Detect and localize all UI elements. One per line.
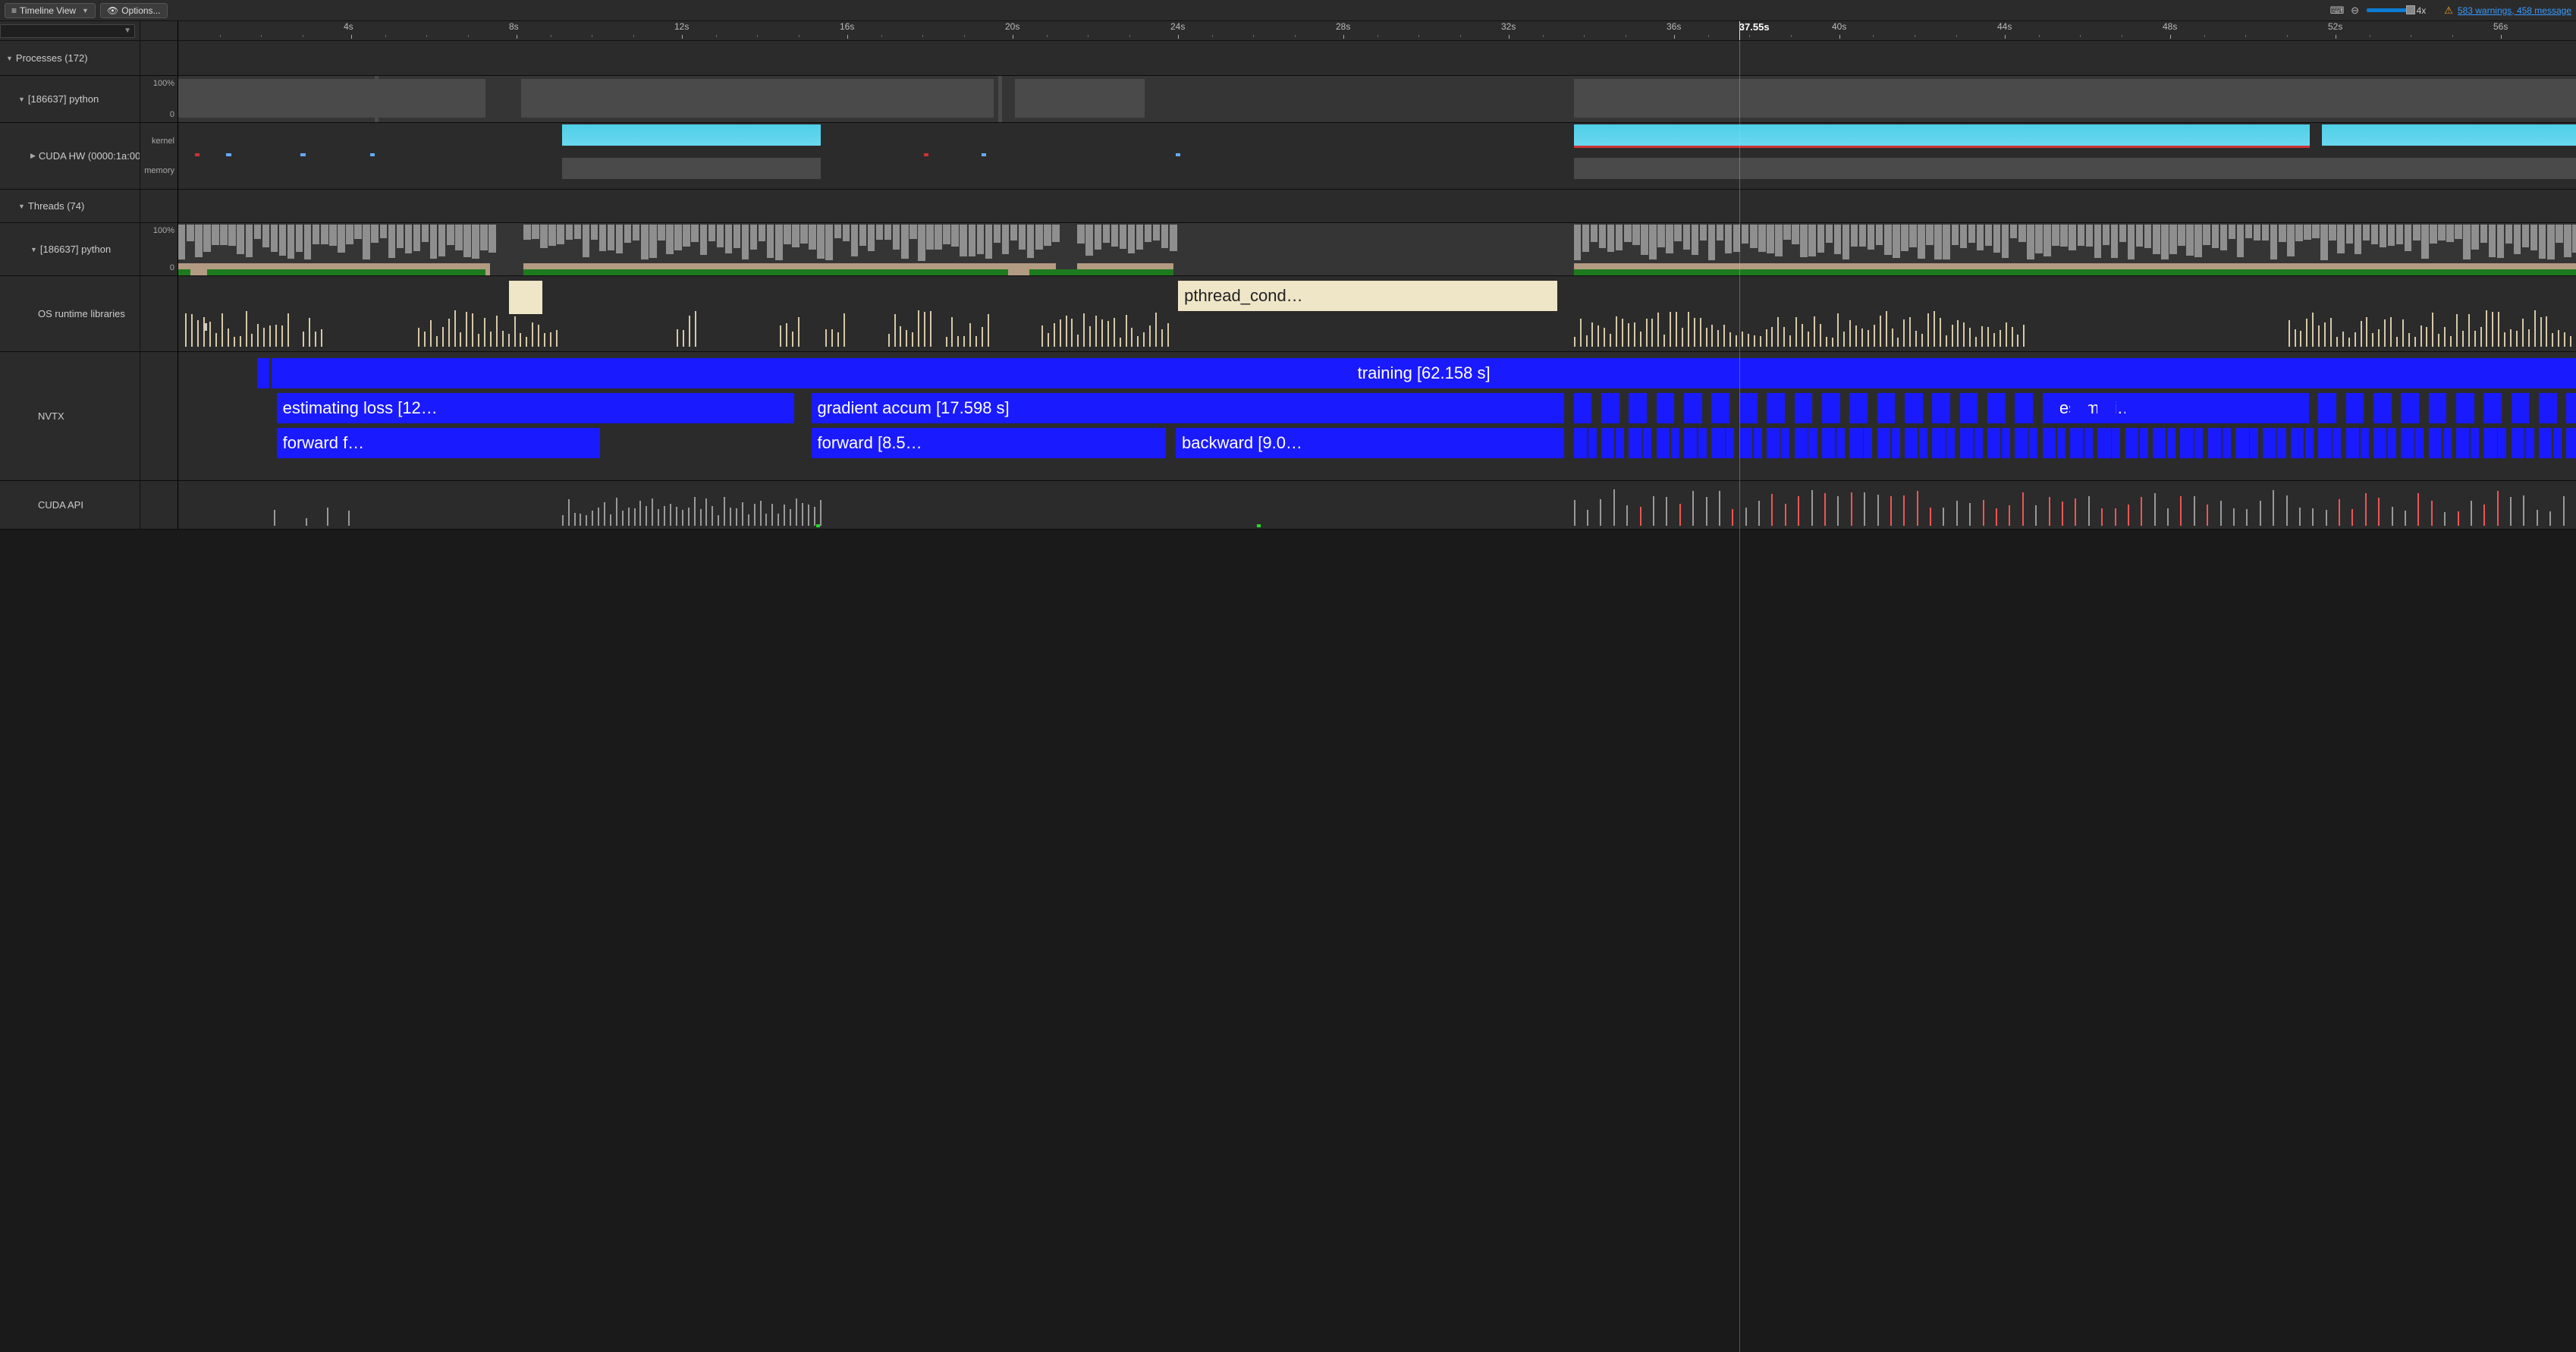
nvtx-range[interactable]: training [62.158 s]: [272, 358, 2576, 388]
ruler-tick: 40s: [1832, 21, 1846, 32]
time-ruler[interactable]: 4s 8s 12s 16s 20s 24s 28s 32s 36s 40s 44s 48s 52s 56s…: [178, 21, 2576, 40]
row-cuda-hw: ▶ CUDA HW (0000:1a:00.0 - NV kernel memo…: [0, 123, 2576, 190]
kernel-sublabel: kernel: [152, 137, 174, 146]
nvtx-range[interactable]: gradient accum [17.598 s]: [812, 393, 1565, 423]
ruler-tick: 52s: [2328, 21, 2342, 32]
ruler-tick: 48s: [2163, 21, 2177, 32]
ruler-tick: 16s: [840, 21, 854, 32]
timeline-body: ▼ Processes (172) ▼ [186637] python 100%…: [0, 41, 2576, 1352]
os-block-pthread-cond[interactable]: pthread_cond…: [1178, 281, 1557, 311]
track-os-runtime[interactable]: pthread_cond…: [178, 276, 2576, 351]
warning-icon: ⚠: [2444, 5, 2453, 17]
ruler-tick: 56s: [2493, 21, 2508, 32]
y-bot: 0: [170, 110, 174, 119]
ruler-tick: 36s: [1667, 21, 1681, 32]
view-label: Timeline View: [20, 5, 76, 16]
y-top: 100%: [153, 226, 174, 235]
chevron-down-icon: ▼: [82, 7, 89, 14]
track-proc-python[interactable]: [178, 76, 2576, 122]
nvtx-range[interactable]: backward [9.0…: [1176, 428, 1564, 458]
cuda-hw-label[interactable]: ▶ CUDA HW (0000:1a:00.0 - NV: [0, 123, 140, 189]
ruler-tick: 32s: [1501, 21, 1516, 32]
processes-label[interactable]: ▼ Processes (172): [0, 41, 140, 75]
row-os-runtime: OS runtime libraries pthread_cond…: [0, 276, 2576, 352]
ruler-tick: 20s: [1005, 21, 1019, 32]
ruler-tick: 44s: [1997, 21, 2012, 32]
threads-label[interactable]: ▼ Threads (74): [0, 190, 140, 222]
memory-sublabel: memory: [144, 166, 174, 175]
filter-dropdown[interactable]: ▼: [0, 24, 135, 38]
view-selector[interactable]: ≡ Timeline View ▼: [5, 3, 96, 18]
track-cuda-hw[interactable]: [178, 123, 2576, 189]
chevron-down-icon: ▼: [6, 55, 13, 62]
hamburger-icon: ≡: [11, 5, 17, 16]
nvtx-range[interactable]: estimati…: [2053, 393, 2293, 423]
cuda-api-label[interactable]: CUDA API: [0, 481, 140, 529]
chevron-down-icon: ▼: [18, 203, 25, 210]
row-nvtx: NVTX training [62.158 s] estimating loss …: [0, 352, 2576, 481]
chevron-down-icon: ▼: [18, 96, 25, 103]
zoom-out-icon[interactable]: ⊖: [2348, 5, 2362, 17]
ruler-tick: 12s: [674, 21, 689, 32]
row-thread-python: ▼ [186637] python 100% 0: [0, 223, 2576, 276]
zoom-slider[interactable]: [2367, 8, 2412, 12]
cursor-time-label: 37.55s: [1739, 21, 1770, 33]
y-bot: 0: [170, 263, 174, 272]
ruler-row: ▼ 4s 8s 12s 16s 20s 24s 28s 32s 36s 40s 44s 48s 52s 5…: [0, 21, 2576, 41]
ruler-tick: 4s: [344, 21, 353, 32]
keyboard-icon[interactable]: ⌨: [2330, 5, 2344, 17]
row-threads-header: ▼ Threads (74): [0, 190, 2576, 223]
row-cuda-api: CUDA API: [0, 481, 2576, 530]
nvtx-range[interactable]: forward f…: [277, 428, 593, 458]
chevron-down-icon: ▼: [30, 246, 37, 253]
proc-python-label[interactable]: ▼ [186637] python: [0, 76, 140, 122]
nvtx-label[interactable]: NVTX: [0, 352, 140, 480]
zoom-level: 4x: [2417, 5, 2427, 16]
ruler-tick: 28s: [1336, 21, 1350, 32]
chevron-right-icon: ▶: [30, 152, 36, 160]
nvtx-range[interactable]: forward [8.5…: [812, 428, 1167, 458]
warnings-link[interactable]: 583 warnings, 458 message: [2458, 5, 2571, 16]
options-button[interactable]: 👁 Options...: [100, 3, 168, 18]
toolbar: ≡ Timeline View ▼ 👁 Options... ⌨ ⊖ 4x ⚠ …: [0, 0, 2576, 21]
zoom-thumb[interactable]: [2406, 5, 2415, 14]
thread-python-label[interactable]: ▼ [186637] python: [0, 223, 140, 275]
eye-icon: 👁: [107, 5, 118, 16]
ruler-tick: 8s: [509, 21, 519, 32]
track-cuda-api[interactable]: [178, 481, 2576, 529]
os-runtime-label[interactable]: OS runtime libraries: [0, 276, 140, 351]
track-thread-python[interactable]: [178, 223, 2576, 275]
track-nvtx[interactable]: training [62.158 s] estimating loss [12… g…: [178, 352, 2576, 480]
y-top: 100%: [153, 79, 174, 88]
nvtx-range[interactable]: estimating loss [12…: [277, 393, 795, 423]
row-processes-header: ▼ Processes (172): [0, 41, 2576, 76]
filter-cell: ▼: [0, 21, 140, 40]
options-label: Options...: [121, 5, 160, 16]
ruler-tick: 24s: [1170, 21, 1185, 32]
row-proc-python: ▼ [186637] python 100% 0: [0, 76, 2576, 123]
